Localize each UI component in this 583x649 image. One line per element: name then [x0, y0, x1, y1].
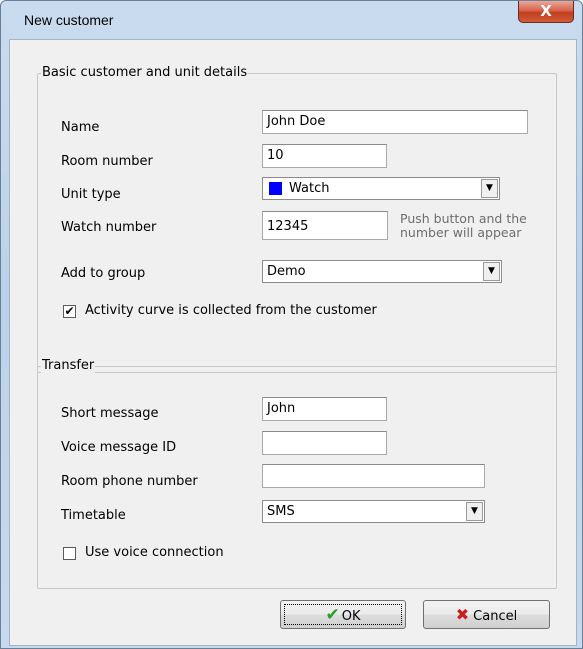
cross-icon: ✖	[455, 605, 470, 624]
unit-color-swatch	[269, 182, 282, 195]
room-number-label: Room number	[61, 154, 153, 169]
room-number-field[interactable]: 10	[262, 144, 387, 168]
room-phone-field[interactable]	[262, 464, 485, 488]
voice-message-id-field[interactable]	[262, 431, 387, 455]
close-icon: X	[540, 2, 552, 20]
cancel-button[interactable]: ✖ Cancel	[423, 600, 550, 629]
group-select[interactable]: Demo ▼	[262, 260, 502, 283]
dialog-window: New customer X Basic customer and unit d…	[0, 0, 583, 649]
group-label: Add to group	[61, 266, 146, 281]
ok-button[interactable]: ✔ OK	[280, 600, 406, 629]
group-value: Demo	[267, 264, 306, 279]
timetable-label: Timetable	[61, 508, 126, 523]
timetable-select[interactable]: SMS ▼	[262, 500, 485, 523]
basic-details-group: Basic customer and unit details Name Joh…	[37, 65, 557, 373]
watch-hint-line2: number will appear	[400, 225, 522, 240]
short-message-field[interactable]: John	[262, 397, 387, 421]
voice-message-id-label: Voice message ID	[61, 440, 177, 455]
voice-connection-label: Use voice connection	[85, 545, 224, 560]
unit-type-label: Unit type	[61, 187, 121, 202]
basic-details-legend: Basic customer and unit details	[41, 65, 249, 81]
name-field[interactable]: John Doe	[262, 110, 528, 134]
chevron-down-icon[interactable]: ▼	[483, 262, 500, 281]
transfer-group: Transfer Short message John Voice messag…	[37, 358, 557, 589]
title-bar[interactable]: New customer X	[1, 1, 582, 31]
timetable-value: SMS	[267, 504, 295, 519]
activity-label: Activity curve is collected from the cus…	[85, 303, 377, 318]
close-button[interactable]: X	[518, 1, 574, 23]
transfer-legend: Transfer	[41, 358, 96, 374]
watch-hint-line1: Push button and the	[400, 211, 527, 226]
chevron-down-icon[interactable]: ▼	[481, 179, 498, 198]
room-phone-label: Room phone number	[61, 474, 198, 489]
activity-checkbox[interactable]: ✔	[63, 305, 76, 318]
voice-connection-checkbox[interactable]	[63, 547, 76, 560]
cancel-label: Cancel	[473, 609, 518, 624]
name-label: Name	[61, 120, 100, 135]
short-message-label: Short message	[61, 406, 159, 421]
watch-number-label: Watch number	[61, 220, 157, 235]
check-icon: ✔	[325, 605, 340, 625]
chevron-down-icon[interactable]: ▼	[466, 502, 483, 521]
watch-number-field[interactable]: 12345	[262, 211, 388, 240]
unit-type-select[interactable]: Watch ▼	[262, 177, 500, 200]
unit-type-value: Watch	[289, 181, 330, 196]
ok-label: OK	[341, 609, 361, 624]
dialog-body: Basic customer and unit details Name Joh…	[9, 39, 577, 646]
window-title: New customer	[24, 12, 114, 28]
